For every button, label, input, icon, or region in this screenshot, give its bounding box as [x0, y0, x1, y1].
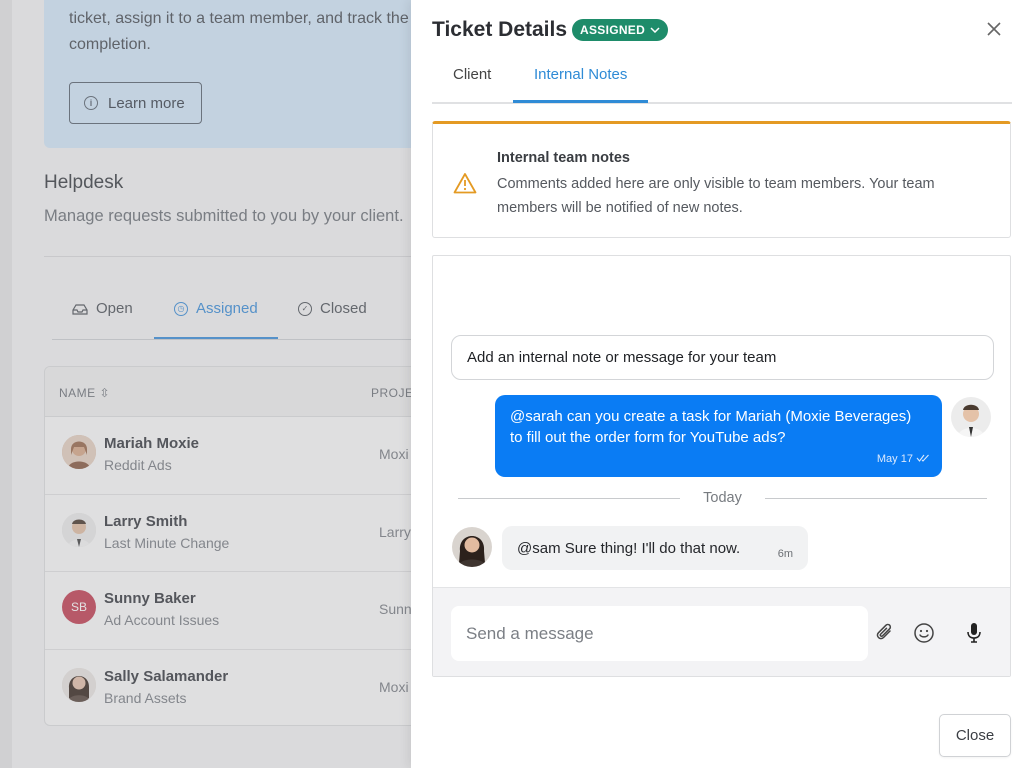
- outgoing-time-label: May 17: [876, 453, 913, 465]
- drawer-title: Ticket Details: [432, 18, 568, 41]
- chat-panel: Add an internal note or message for your…: [432, 255, 1011, 677]
- internal-note-input[interactable]: Add an internal note or message for your…: [451, 335, 994, 380]
- date-separator-label: Today: [691, 490, 754, 506]
- microphone-icon[interactable]: [962, 621, 986, 645]
- message-composer: Send a message: [433, 587, 1010, 676]
- notice-body: Comments added here are only visible to …: [497, 176, 935, 216]
- internal-notes-notice: Internal team notes Comments added here …: [432, 121, 1011, 238]
- incoming-message-text: @sam Sure thing! I'll do that now.: [517, 539, 741, 557]
- outgoing-message-time: May 17: [877, 449, 930, 470]
- avatar: [951, 397, 991, 437]
- tab-client[interactable]: Client: [453, 66, 491, 83]
- ticket-details-drawer: Ticket Details ASSIGNED Client Internal …: [411, 0, 1024, 768]
- emoji-icon[interactable]: [912, 621, 936, 645]
- warning-icon: [453, 173, 477, 194]
- incoming-message-time: 6m: [777, 548, 793, 560]
- outgoing-message-text: @sarah can you create a task for Mariah …: [510, 408, 912, 446]
- paperclip-icon[interactable]: [873, 621, 897, 645]
- double-check-icon: [916, 454, 929, 462]
- incoming-message: @sam Sure thing! I'll do that now. 6m: [502, 526, 808, 570]
- status-label: ASSIGNED: [580, 23, 646, 37]
- status-badge[interactable]: ASSIGNED: [572, 19, 669, 41]
- avatar: [452, 527, 492, 567]
- date-separator: Today: [458, 487, 987, 509]
- message-input[interactable]: Send a message: [451, 606, 868, 661]
- close-icon[interactable]: [983, 18, 1005, 40]
- close-button[interactable]: Close: [939, 714, 1011, 757]
- tab-internal-notes[interactable]: Internal Notes: [534, 66, 627, 83]
- chevron-down-icon: [650, 27, 660, 33]
- notice-title: Internal team notes: [497, 150, 630, 166]
- active-tab-underline: [513, 100, 648, 103]
- drawer-tabs: Client Internal Notes: [432, 52, 1012, 104]
- modal-overlay[interactable]: [0, 0, 411, 768]
- outgoing-message: @sarah can you create a task for Mariah …: [495, 395, 942, 477]
